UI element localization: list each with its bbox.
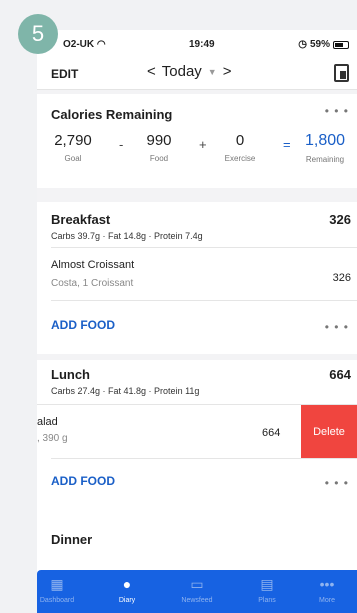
tab-more[interactable]: ••• More (307, 576, 347, 604)
status-right: ◷ 59% (298, 39, 349, 50)
chevron-left-icon[interactable]: < (147, 63, 156, 80)
calories-equation: 2,790 Goal - 990 Food + 0 Exercise = 1,8… (37, 132, 357, 172)
remaining-value: 1,800 (304, 132, 346, 149)
lunch-title[interactable]: Lunch (51, 367, 90, 382)
breakfast-title[interactable]: Breakfast (51, 212, 110, 227)
grid-icon: ▦ (50, 576, 64, 592)
clock: 19:49 (189, 39, 215, 50)
carrier-label: O2-UK ◠ (63, 39, 106, 50)
battery-percent: 59% (309, 39, 330, 50)
exercise-value: 0 (235, 132, 245, 149)
minus-sign: - (119, 137, 124, 152)
battery-icon (333, 40, 349, 49)
nutrition-icon[interactable] (334, 64, 349, 82)
tab-newsfeed[interactable]: ▭ Newsfeed (177, 576, 217, 604)
breakfast-macros: Carbs 39.7g · Fat 14.8g · Protein 7.4g (51, 231, 203, 241)
date-selector[interactable]: < Today ▼ > (147, 63, 231, 80)
bottom-tab-bar: ▦ Dashboard ● Diary ▭ Newsfeed ▤ Plans •… (37, 570, 357, 613)
tab-dashboard[interactable]: ▦ Dashboard (37, 576, 77, 604)
breakfast-more-icon[interactable]: • • • (325, 320, 349, 334)
calories-remaining-card: Calories Remaining • • • 2,790 Goal - 99… (37, 94, 357, 188)
food-value: 990 (146, 132, 172, 149)
plus-sign: + (199, 137, 207, 152)
lunch-more-icon[interactable]: • • • (325, 476, 349, 490)
calories-title: Calories Remaining (51, 107, 173, 122)
exercise-block: 0 Exercise (215, 132, 265, 163)
plans-icon: ▤ (260, 576, 274, 592)
breakfast-section: Breakfast 326 Carbs 39.7g · Fat 14.8g · … (37, 202, 357, 354)
newsfeed-icon: ▭ (190, 576, 204, 592)
diary-nav-bar: EDIT < Today ▼ > (37, 58, 357, 90)
food-block: 990 Food (141, 132, 177, 163)
diary-icon: ● (122, 576, 132, 592)
alarm-icon: ◷ (298, 39, 307, 50)
tab-diary[interactable]: ● Diary (107, 576, 147, 604)
remaining-label: Remaining (305, 155, 345, 164)
more-icon: ••• (319, 576, 335, 592)
divider (51, 247, 357, 248)
food-item-serving: , 390 g (37, 433, 68, 444)
breakfast-add-food-button[interactable]: ADD FOOD (51, 318, 115, 332)
lunch-section: Lunch 664 Carbs 27.4g · Fat 41.8g · Prot… (37, 360, 357, 528)
tab-plans[interactable]: ▤ Plans (247, 576, 287, 604)
food-item-serving: Costa, 1 Croissant (51, 278, 134, 289)
lunch-add-food-button[interactable]: ADD FOOD (51, 474, 115, 488)
goal-value: 2,790 (54, 132, 92, 149)
edit-button[interactable]: EDIT (51, 67, 78, 81)
phone-screen: O2-UK ◠ 19:49 ◷ 59% EDIT < Today ▼ > Cal… (37, 30, 357, 613)
remaining-block: 1,800 Remaining (297, 132, 353, 164)
equals-sign: = (283, 137, 291, 152)
lunch-total: 664 (329, 367, 351, 382)
dinner-title[interactable]: Dinner (51, 532, 92, 547)
goal-label: Goal (64, 154, 82, 163)
food-item-calories: 326 (332, 272, 351, 284)
exercise-label: Exercise (224, 154, 256, 163)
divider (51, 300, 357, 301)
food-item-name[interactable]: alad (37, 416, 58, 428)
food-label: Food (149, 154, 169, 163)
food-item-name[interactable]: Almost Croissant (51, 259, 134, 271)
divider (51, 458, 357, 459)
calories-more-icon[interactable]: • • • (325, 104, 349, 118)
date-label[interactable]: Today (162, 63, 202, 80)
step-number-badge: 5 (18, 14, 58, 54)
lunch-macros: Carbs 27.4g · Fat 41.8g · Protein 11g (51, 386, 200, 396)
delete-button[interactable]: Delete (301, 405, 357, 458)
breakfast-total: 326 (329, 212, 351, 227)
chevron-right-icon[interactable]: > (223, 63, 232, 80)
goal-block: 2,790 Goal (51, 132, 95, 163)
caret-down-icon[interactable]: ▼ (208, 67, 217, 77)
food-item-calories: 664 (262, 427, 281, 439)
status-bar: O2-UK ◠ 19:49 ◷ 59% (37, 30, 357, 58)
